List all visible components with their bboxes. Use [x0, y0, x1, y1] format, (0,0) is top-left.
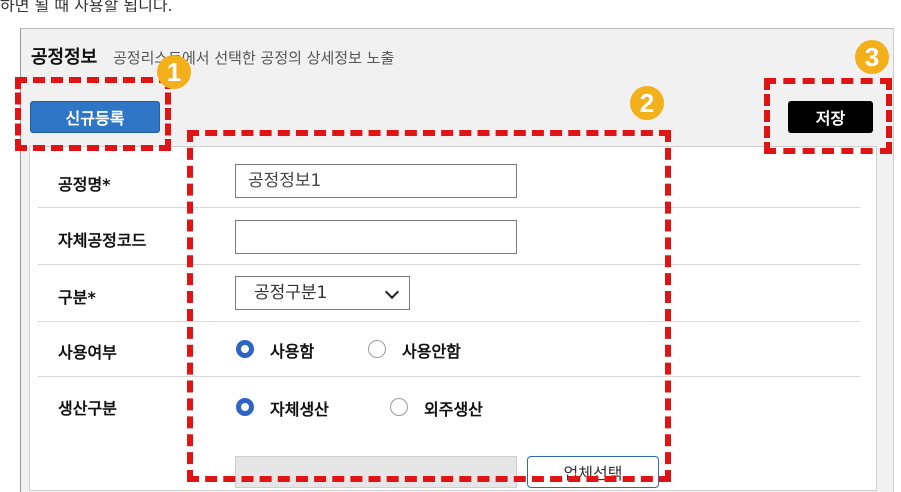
usage-label: 사용여부 [58, 343, 117, 362]
category-selected-value: 공정구분1 [254, 283, 328, 303]
process-name-label: 공정명* [58, 175, 111, 194]
badge-2: 2 [630, 86, 664, 120]
production-radio-own[interactable] [236, 398, 254, 416]
process-info-panel: 공정정보 공정리스트에서 선택한 공정의 상세정보 노출 신규등록 저장 공정명… [20, 28, 894, 492]
process-form: 공정명* 공정정보1 자체공정코드 구분* 공정구분1 사용여부 사용함 사용안… [29, 146, 877, 491]
cropped-instruction-text: 하면 될 때 사용할 됩니다. [0, 0, 173, 12]
vendor-name-input [235, 456, 517, 488]
category-select[interactable]: 공정구분1 [235, 276, 410, 310]
production-option-own[interactable]: 자체생산 [270, 396, 329, 420]
row-divider [38, 376, 860, 377]
production-radio-outsource[interactable] [390, 398, 408, 416]
usage-radio-off[interactable] [368, 340, 386, 358]
save-button[interactable]: 저장 [788, 101, 873, 133]
badge-3: 3 [855, 40, 889, 74]
own-code-label: 자체공정코드 [58, 231, 147, 250]
new-register-button[interactable]: 신규등록 [30, 101, 160, 133]
own-code-input[interactable] [235, 220, 517, 254]
vendor-select-button[interactable]: 업체선택 [527, 456, 659, 488]
usage-radio-on[interactable] [236, 340, 254, 358]
panel-header: 공정정보 공정리스트에서 선택한 공정의 상세정보 노출 [21, 29, 893, 81]
usage-option-nouse[interactable]: 사용안함 [402, 338, 461, 362]
chevron-down-icon [384, 284, 400, 300]
panel-title: 공정정보 [31, 47, 98, 68]
row-divider [38, 321, 860, 322]
category-label: 구분* [58, 288, 96, 307]
badge-1: 1 [157, 55, 191, 89]
process-name-input[interactable]: 공정정보1 [235, 164, 517, 198]
panel-description: 공정리스트에서 선택한 공정의 상세정보 노출 [113, 49, 395, 67]
row-divider [38, 207, 860, 208]
production-option-outsource[interactable]: 외주생산 [424, 396, 483, 420]
production-type-label: 생산구분 [58, 399, 117, 418]
usage-option-use[interactable]: 사용함 [270, 338, 314, 362]
row-divider [38, 264, 860, 265]
